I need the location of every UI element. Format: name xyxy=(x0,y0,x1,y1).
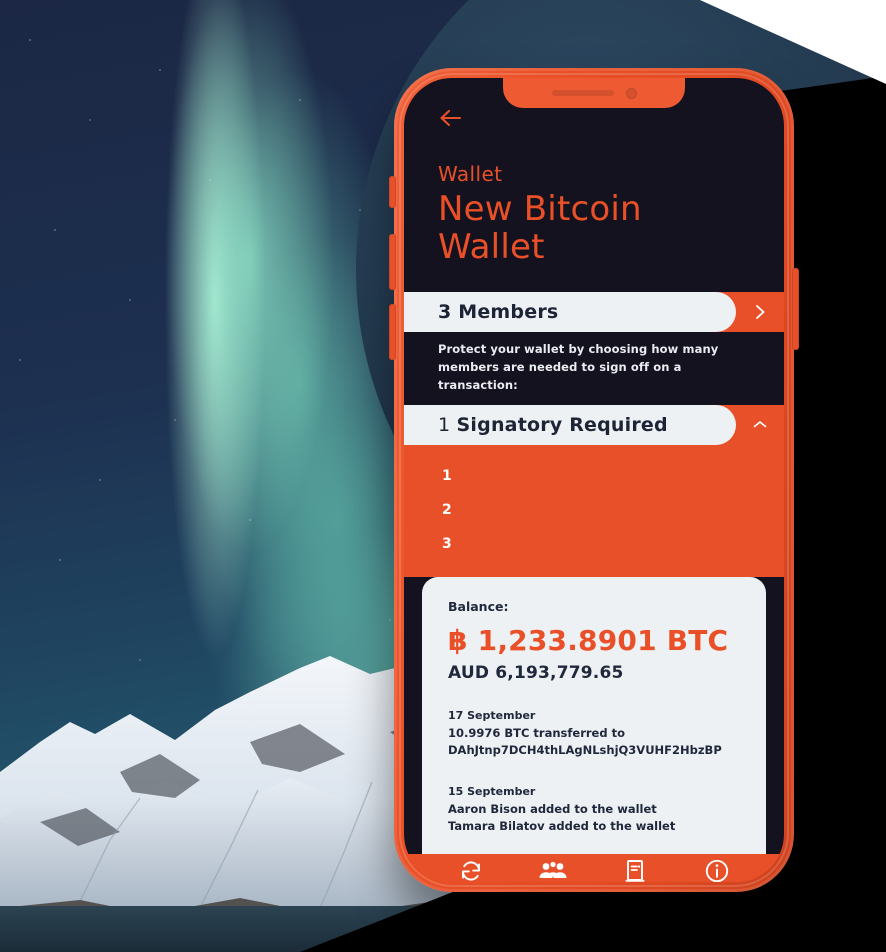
front-camera-icon xyxy=(625,87,637,99)
balance-fiat-amount: AUD 6,193,779.65 xyxy=(448,662,624,683)
signatory-options-list: 1 2 3 xyxy=(404,444,784,577)
sync-icon[interactable] xyxy=(454,854,488,882)
page-title: New Bitcoin Wallet xyxy=(438,190,750,266)
members-row-label: 3 Members xyxy=(404,292,736,333)
members-row[interactable]: 3 Members xyxy=(404,292,784,333)
signatory-value-text: Signatory Required xyxy=(456,413,668,436)
phone-mockup: Wallet New Bitcoin Wallet 3 Members Prot… xyxy=(389,68,799,892)
volume-down-button[interactable] xyxy=(389,304,396,360)
page-title-line2: Wallet xyxy=(438,227,545,268)
transaction-line: 10.9976 BTC transferred to xyxy=(448,725,625,740)
ledger-icon[interactable] xyxy=(618,854,652,882)
back-arrow-icon xyxy=(440,109,462,127)
transaction-address: DAhJtnp7DCH4thLAgNLshjQ3VUHF2HbzBP xyxy=(448,742,722,757)
signatory-option-2[interactable]: 2 xyxy=(404,493,784,527)
signatory-select-value: 1 Signatory Required xyxy=(404,404,736,445)
signatory-option-1[interactable]: 1 xyxy=(404,459,784,493)
page-title-line1: New Bitcoin xyxy=(438,189,642,229)
phone-notch xyxy=(503,78,685,108)
info-icon[interactable] xyxy=(700,854,734,882)
bottom-nav xyxy=(404,853,784,882)
balance-btc-amount: ฿ 1,233.8901 BTC xyxy=(448,623,729,657)
balance-card-wrapper: Balance: ฿ 1,233.8901 BTC AUD 6,193,779.… xyxy=(404,576,784,854)
speaker-slot-icon xyxy=(551,90,614,96)
mute-switch[interactable] xyxy=(389,176,396,208)
volume-up-button[interactable] xyxy=(389,234,396,290)
app-header: Wallet New Bitcoin Wallet xyxy=(404,78,784,293)
chevron-right-icon[interactable] xyxy=(736,292,784,332)
power-button[interactable] xyxy=(792,268,799,350)
signatory-option-3[interactable]: 3 xyxy=(404,527,784,561)
signatory-select[interactable]: 1 Signatory Required xyxy=(404,404,784,445)
transaction-group: 15 September Aaron Bison added to the wa… xyxy=(448,785,740,836)
transaction-date: 15 September xyxy=(448,785,536,799)
screenshot-stage: Wallet New Bitcoin Wallet 3 Members Prot… xyxy=(0,0,886,952)
back-button[interactable] xyxy=(438,108,750,132)
chevron-up-icon[interactable] xyxy=(736,405,784,445)
page-eyebrow: Wallet xyxy=(438,162,503,186)
phone-screen: Wallet New Bitcoin Wallet 3 Members Prot… xyxy=(404,78,784,882)
signatory-value-number: 1 xyxy=(438,413,451,436)
transaction-group: 17 September 10.9976 BTC transferred to … xyxy=(448,709,740,760)
balance-card: Balance: ฿ 1,233.8901 BTC AUD 6,193,779.… xyxy=(422,576,766,854)
transaction-line: Aaron Bison added to the wallet xyxy=(448,802,657,817)
transaction-date: 17 September xyxy=(448,708,536,722)
transaction-line: Tamara Bilatov added to the wallet xyxy=(448,819,676,834)
helper-text: Protect your wallet by choosing how many… xyxy=(404,332,784,405)
balance-label: Balance: xyxy=(448,598,509,614)
members-icon[interactable] xyxy=(536,854,570,882)
